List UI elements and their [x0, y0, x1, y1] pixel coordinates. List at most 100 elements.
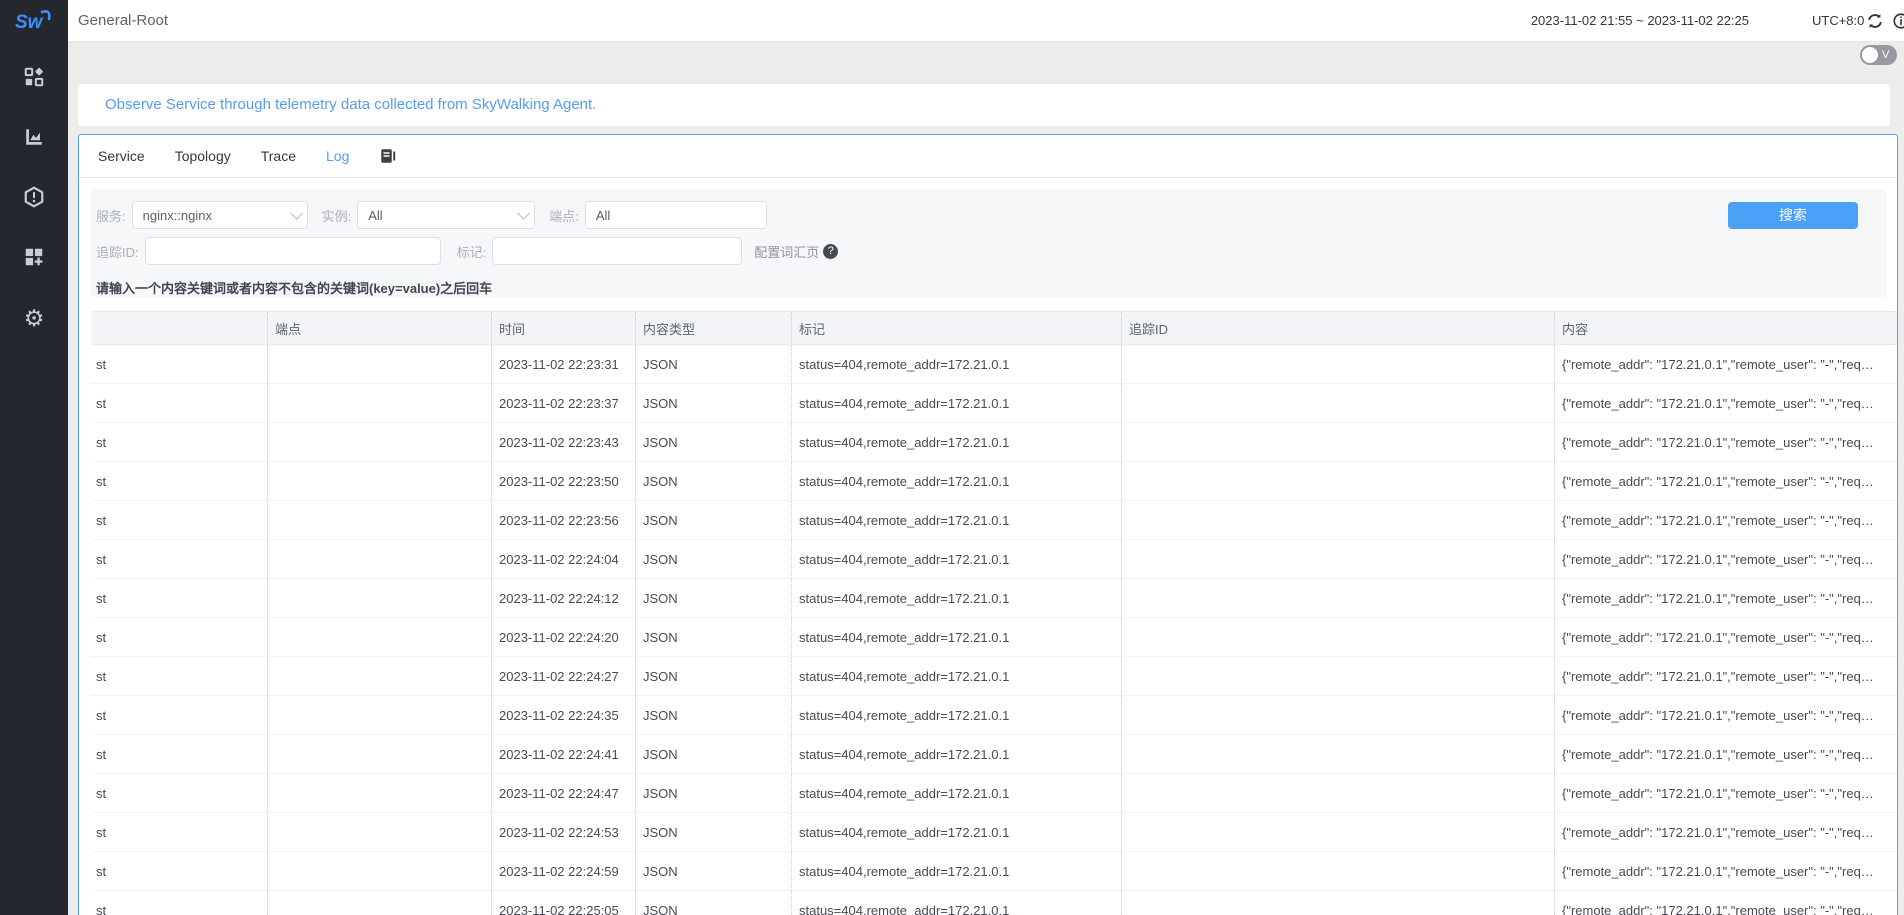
cell-tags: status=404,remote_addr=172.21.0.1 [791, 579, 1121, 617]
header-content: 内容 [1554, 312, 1898, 344]
table-row[interactable]: st 2023-11-02 22:24:20 JSON status=404,r… [91, 618, 1898, 657]
cell-trace-id [1121, 813, 1554, 851]
service-select[interactable]: nginx::nginx [132, 201, 308, 229]
header-time: 时间 [491, 312, 635, 344]
cell-content-type: JSON [635, 813, 791, 851]
config-vocabulary-link[interactable]: 配置词汇页 [754, 242, 819, 261]
table-row[interactable]: st 2023-11-02 22:24:27 JSON status=404,r… [91, 657, 1898, 696]
trace-id-input[interactable] [145, 237, 441, 265]
cell-service: st [91, 384, 267, 422]
table-row[interactable]: st 2023-11-02 22:24:53 JSON status=404,r… [91, 813, 1898, 852]
tags-input[interactable] [492, 237, 742, 265]
chevron-down-icon [290, 207, 303, 220]
table-row[interactable]: st 2023-11-02 22:24:47 JSON status=404,r… [91, 774, 1898, 813]
cell-time: 2023-11-02 22:24:47 [491, 774, 635, 812]
cell-endpoint [267, 540, 491, 578]
cell-content-type: JSON [635, 345, 791, 383]
cell-time: 2023-11-02 22:24:35 [491, 696, 635, 734]
cell-time: 2023-11-02 22:25:05 [491, 891, 635, 915]
version-toggle[interactable]: V [1860, 45, 1897, 65]
cell-trace-id [1121, 423, 1554, 461]
cell-service: st [91, 501, 267, 539]
endpoint-input-value: All [596, 208, 610, 223]
bar-chart-icon [23, 126, 45, 151]
cell-tags: status=404,remote_addr=172.21.0.1 [791, 735, 1121, 773]
header-endpoint: 端点 [267, 312, 491, 344]
table-row[interactable]: st 2023-11-02 22:23:56 JSON status=404,r… [91, 501, 1898, 540]
endpoint-input[interactable]: All [585, 201, 767, 229]
banner-text: Observe Service through telemetry data c… [78, 84, 1890, 126]
cell-endpoint [267, 384, 491, 422]
cell-content-type: JSON [635, 735, 791, 773]
table-row[interactable]: st 2023-11-02 22:23:37 JSON status=404,r… [91, 384, 1898, 423]
cell-tags: status=404,remote_addr=172.21.0.1 [791, 345, 1121, 383]
skywalking-logo[interactable]: Sw [0, 0, 68, 42]
cell-tags: status=404,remote_addr=172.21.0.1 [791, 657, 1121, 695]
page-title: General-Root [78, 0, 168, 42]
endpoint-label: 端点: [549, 206, 579, 225]
cell-trace-id [1121, 618, 1554, 656]
table-row[interactable]: st 2023-11-02 22:25:05 JSON status=404,r… [91, 891, 1898, 915]
cell-tags: status=404,remote_addr=172.21.0.1 [791, 423, 1121, 461]
toggle-label: V [1882, 49, 1889, 61]
cell-time: 2023-11-02 22:24:12 [491, 579, 635, 617]
cell-trace-id [1121, 774, 1554, 812]
table-row[interactable]: st 2023-11-02 22:24:41 JSON status=404,r… [91, 735, 1898, 774]
help-icon[interactable]: ? [823, 244, 838, 259]
cell-endpoint [267, 579, 491, 617]
table-row[interactable]: st 2023-11-02 22:24:12 JSON status=404,r… [91, 579, 1898, 618]
header-tags: 标记 [791, 312, 1121, 344]
cell-endpoint [267, 462, 491, 500]
cell-time: 2023-11-02 22:23:50 [491, 462, 635, 500]
sidebar-item-dashboards[interactable] [22, 66, 46, 90]
cell-content: {"remote_addr": "172.21.0.1","remote_use… [1554, 501, 1898, 539]
log-table-body: st 2023-11-02 22:23:31 JSON status=404,r… [91, 345, 1898, 915]
time-range-picker[interactable]: 2023-11-02 21:55 ~ 2023-11-02 22:25 [1531, 0, 1749, 42]
sidebar-item-alerting[interactable] [22, 186, 46, 210]
cell-time: 2023-11-02 22:24:59 [491, 852, 635, 890]
copy-document-icon[interactable] [379, 147, 398, 166]
cell-service: st [91, 813, 267, 851]
table-row[interactable]: st 2023-11-02 22:24:59 JSON status=404,r… [91, 852, 1898, 891]
cell-content-type: JSON [635, 774, 791, 812]
cell-service: st [91, 540, 267, 578]
tab-topology[interactable]: Topology [175, 148, 231, 164]
info-icon[interactable] [1892, 12, 1904, 30]
cell-endpoint [267, 813, 491, 851]
tab-trace[interactable]: Trace [261, 148, 296, 164]
cell-content-type: JSON [635, 579, 791, 617]
cell-tags: status=404,remote_addr=172.21.0.1 [791, 540, 1121, 578]
search-button[interactable]: 搜索 [1728, 202, 1858, 229]
table-row[interactable]: st 2023-11-02 22:24:35 JSON status=404,r… [91, 696, 1898, 735]
cell-tags: status=404,remote_addr=172.21.0.1 [791, 891, 1121, 915]
cell-content-type: JSON [635, 657, 791, 695]
tab-service[interactable]: Service [98, 148, 145, 164]
sidebar-item-widgets[interactable] [22, 246, 46, 270]
timezone-setting[interactable]: UTC+8:0 [1812, 0, 1864, 42]
cell-tags: status=404,remote_addr=172.21.0.1 [791, 384, 1121, 422]
cell-trace-id [1121, 462, 1554, 500]
cell-content: {"remote_addr": "172.21.0.1","remote_use… [1554, 345, 1898, 383]
instance-select[interactable]: All [357, 201, 535, 229]
table-row[interactable]: st 2023-11-02 22:24:04 JSON status=404,r… [91, 540, 1898, 579]
cell-tags: status=404,remote_addr=172.21.0.1 [791, 813, 1121, 851]
cell-content: {"remote_addr": "172.21.0.1","remote_use… [1554, 657, 1898, 695]
cell-endpoint [267, 657, 491, 695]
tab-log[interactable]: Log [326, 148, 349, 164]
cell-trace-id [1121, 579, 1554, 617]
gear-icon: ⚙ [24, 307, 45, 330]
dashboard-icon [23, 66, 45, 91]
sidebar-item-settings[interactable]: ⚙ [22, 306, 46, 330]
cell-service: st [91, 345, 267, 383]
table-row[interactable]: st 2023-11-02 22:23:43 JSON status=404,r… [91, 423, 1898, 462]
cell-endpoint [267, 852, 491, 890]
cell-tags: status=404,remote_addr=172.21.0.1 [791, 774, 1121, 812]
cell-time: 2023-11-02 22:24:41 [491, 735, 635, 773]
sidebar-item-metrics[interactable] [22, 126, 46, 150]
cell-content: {"remote_addr": "172.21.0.1","remote_use… [1554, 891, 1898, 915]
cell-service: st [91, 774, 267, 812]
cell-tags: status=404,remote_addr=172.21.0.1 [791, 462, 1121, 500]
table-row[interactable]: st 2023-11-02 22:23:50 JSON status=404,r… [91, 462, 1898, 501]
table-row[interactable]: st 2023-11-02 22:23:31 JSON status=404,r… [91, 345, 1898, 384]
refresh-icon[interactable] [1866, 12, 1884, 30]
